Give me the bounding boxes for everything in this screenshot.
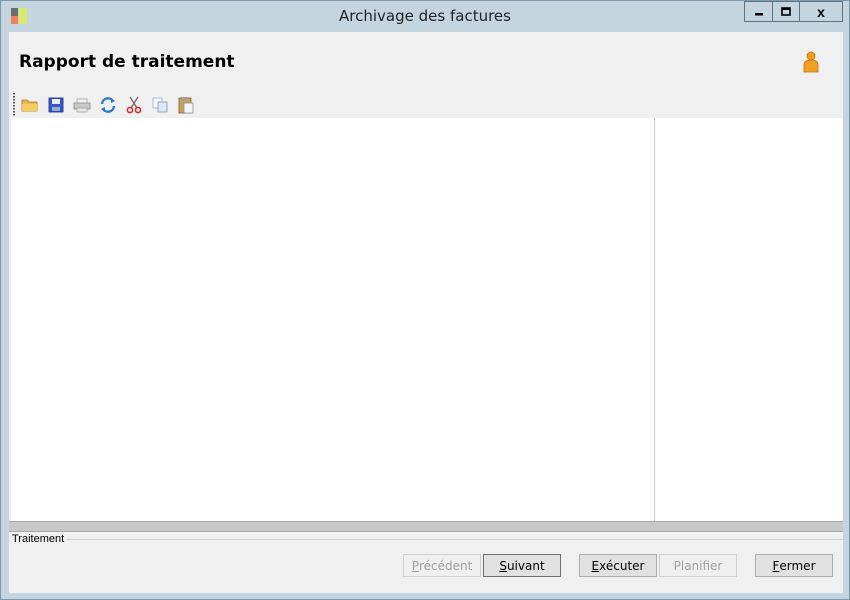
horizontal-scrollbar[interactable] <box>9 521 843 532</box>
close-button[interactable]: Fermer <box>755 554 833 577</box>
group-divider <box>67 539 843 540</box>
client-area: Rapport de traitement Traitement P récéd… <box>9 32 843 593</box>
execute-button[interactable]: Exécuter <box>579 554 657 577</box>
report-content-area <box>11 118 843 521</box>
execute-button-label: xécuter <box>599 558 645 573</box>
cut-icon <box>126 96 142 114</box>
paste-button[interactable] <box>175 95 197 115</box>
minimize-button[interactable] <box>744 1 773 22</box>
open-button[interactable] <box>19 95 41 115</box>
schedule-button-label: Planifier <box>673 558 723 573</box>
window-title: Archivage des factures <box>339 7 511 25</box>
copy-icon <box>152 97 168 113</box>
maximize-button[interactable] <box>772 1 800 22</box>
previous-button[interactable]: Précédent <box>403 554 481 577</box>
maximize-icon <box>781 6 791 16</box>
close-window-button[interactable]: x <box>799 1 843 22</box>
next-button[interactable]: Suivant <box>483 554 561 577</box>
print-button[interactable] <box>71 95 93 115</box>
paste-icon <box>178 97 194 114</box>
next-button-label: uivant <box>506 558 545 573</box>
previous-button-mnemonic: P <box>411 558 419 573</box>
report-side-pane[interactable] <box>656 118 843 521</box>
app-window: Archivage des factures x Rapport de trai… <box>0 0 850 600</box>
save-button[interactable] <box>45 95 67 115</box>
close-icon: x <box>817 3 825 20</box>
print-icon <box>73 98 91 113</box>
copy-button[interactable] <box>149 95 171 115</box>
report-main-pane[interactable] <box>11 118 655 521</box>
cut-button[interactable] <box>123 95 145 115</box>
close-button-label: ermer <box>779 558 816 573</box>
schedule-button[interactable]: Planifier <box>659 554 737 577</box>
save-icon <box>48 97 64 113</box>
toolbar-grip[interactable] <box>13 93 15 117</box>
open-folder-icon <box>21 99 38 112</box>
refresh-icon <box>100 97 116 113</box>
toolbar <box>11 90 231 118</box>
close-button-mnemonic: F <box>772 558 780 573</box>
minimize-icon <box>754 12 763 15</box>
title-bar[interactable]: Archivage des factures x <box>1 1 849 31</box>
execute-button-mnemonic: E <box>591 558 600 573</box>
user-icon <box>803 51 819 73</box>
page-title: Rapport de traitement <box>19 52 235 72</box>
group-label: Traitement <box>12 533 65 545</box>
refresh-button[interactable] <box>97 95 119 115</box>
previous-button-label: récédent <box>418 558 473 573</box>
next-button-mnemonic: S <box>499 558 507 573</box>
